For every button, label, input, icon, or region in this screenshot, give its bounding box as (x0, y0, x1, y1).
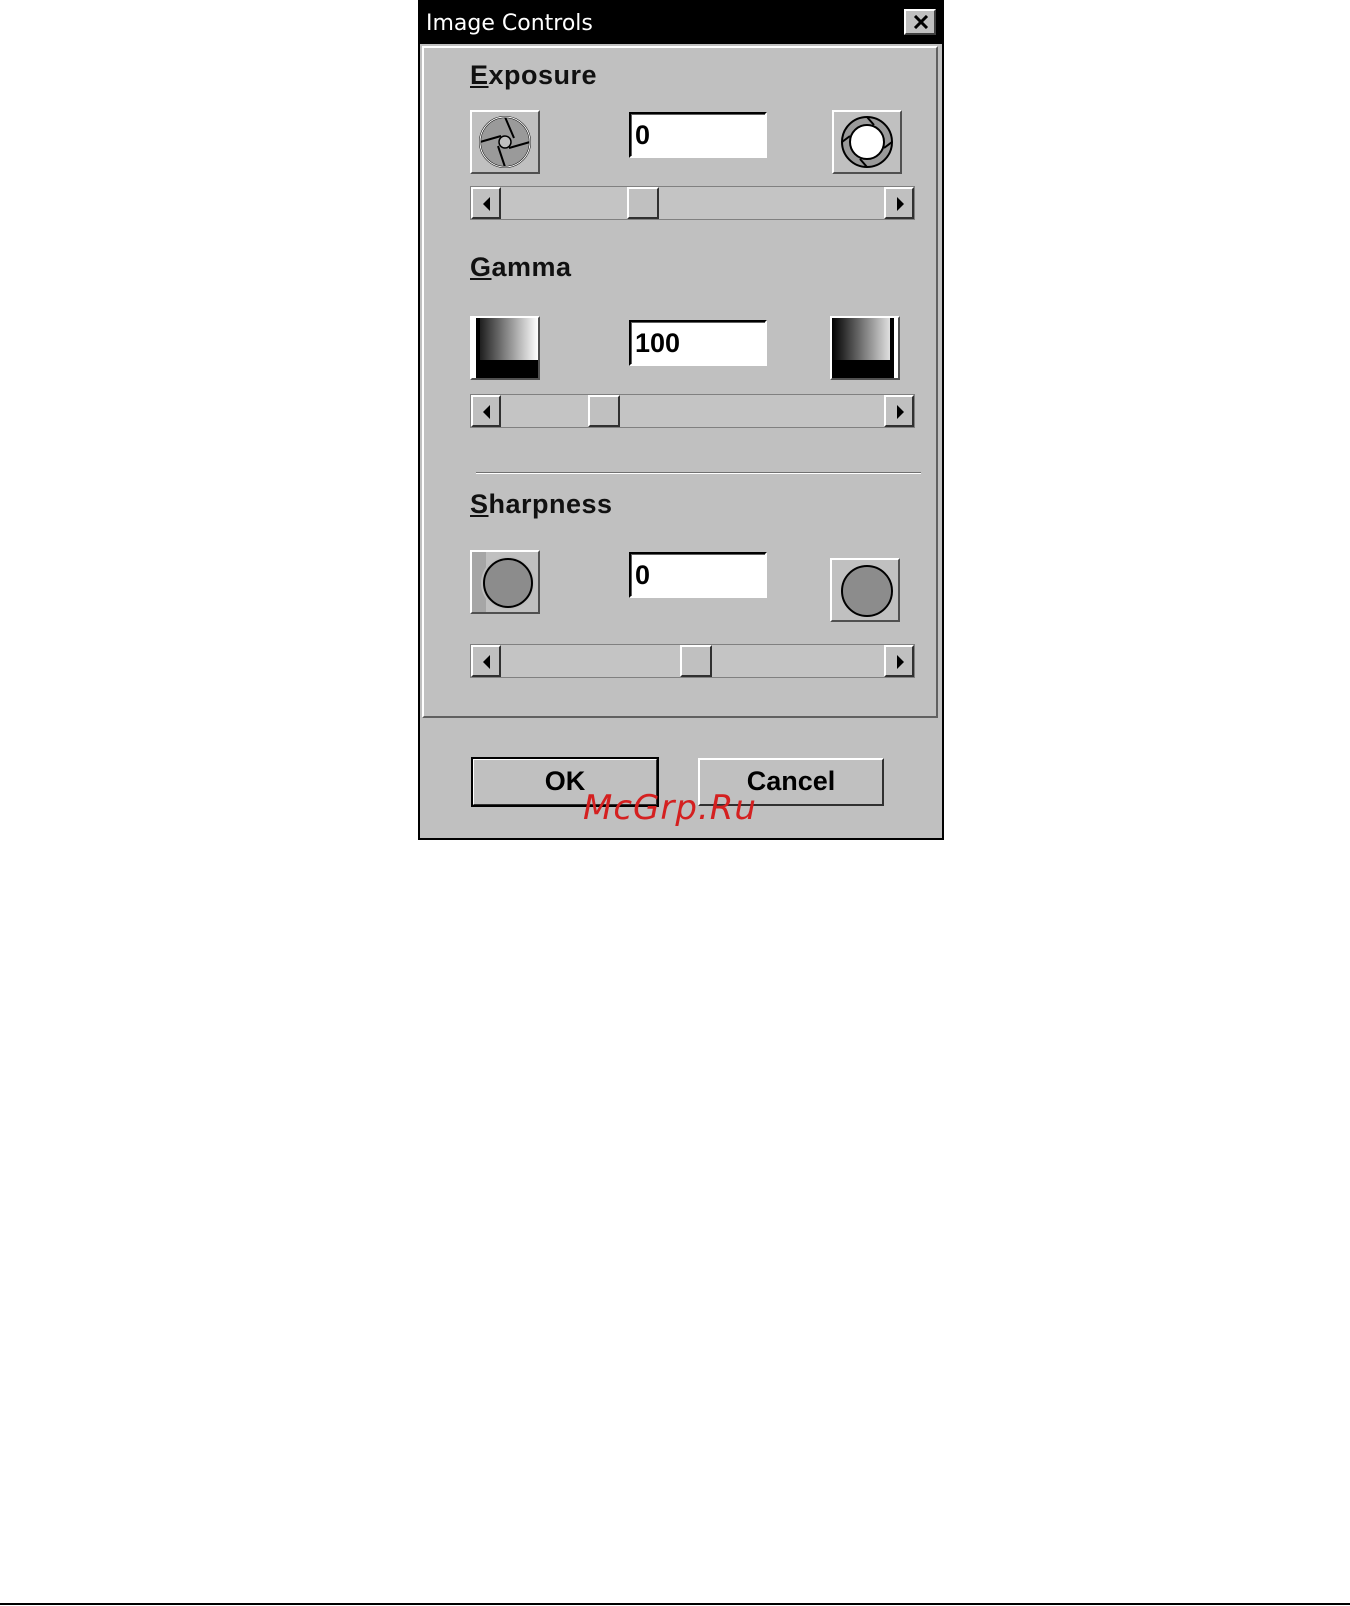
close-icon (913, 15, 929, 29)
arrow-right-icon (897, 405, 904, 419)
arrow-right-icon (897, 197, 904, 211)
sharpness-label: Sharpness (470, 489, 613, 519)
close-button[interactable] (904, 9, 936, 35)
exposure-scroll-right-button[interactable] (884, 187, 914, 219)
exposure-slider[interactable] (470, 186, 915, 220)
image-controls-dialog: Image Controls Exposure 0 Gamma 100 Shar… (418, 0, 944, 840)
gamma-high-icon (830, 316, 900, 380)
title-bar[interactable]: Image Controls (420, 2, 942, 44)
page-bottom-rule (0, 1603, 1350, 1605)
sharpness-slider-thumb[interactable] (680, 645, 713, 677)
dialog-title: Image Controls (426, 11, 593, 36)
sharpness-scroll-left-button[interactable] (471, 645, 501, 677)
blur-circle-icon (470, 550, 540, 614)
gamma-slider[interactable] (470, 394, 915, 428)
arrow-left-icon (483, 405, 490, 419)
gamma-label: Gamma (470, 252, 572, 282)
gamma-scroll-right-button[interactable] (884, 395, 914, 427)
arrow-left-icon (483, 197, 490, 211)
gamma-low-icon (470, 316, 540, 380)
sharpness-slider[interactable] (470, 644, 915, 678)
arrow-left-icon (483, 655, 490, 669)
gamma-slider-thumb[interactable] (588, 395, 621, 427)
sharpness-scroll-right-button[interactable] (884, 645, 914, 677)
controls-panel: Exposure 0 Gamma 100 Sharpness 0 (422, 46, 938, 718)
section-divider (476, 472, 921, 474)
aperture-open-icon (832, 110, 902, 174)
gamma-input[interactable]: 100 (629, 320, 767, 366)
exposure-slider-thumb[interactable] (626, 187, 659, 219)
exposure-label: Exposure (470, 60, 598, 90)
watermark-text: McGrp.Ru (583, 788, 757, 828)
exposure-scroll-left-button[interactable] (471, 187, 501, 219)
sharp-circle-icon (830, 558, 900, 622)
exposure-input[interactable]: 0 (629, 112, 767, 158)
aperture-closed-icon (470, 110, 540, 174)
arrow-right-icon (897, 655, 904, 669)
gamma-scroll-left-button[interactable] (471, 395, 501, 427)
sharpness-input[interactable]: 0 (629, 552, 767, 598)
